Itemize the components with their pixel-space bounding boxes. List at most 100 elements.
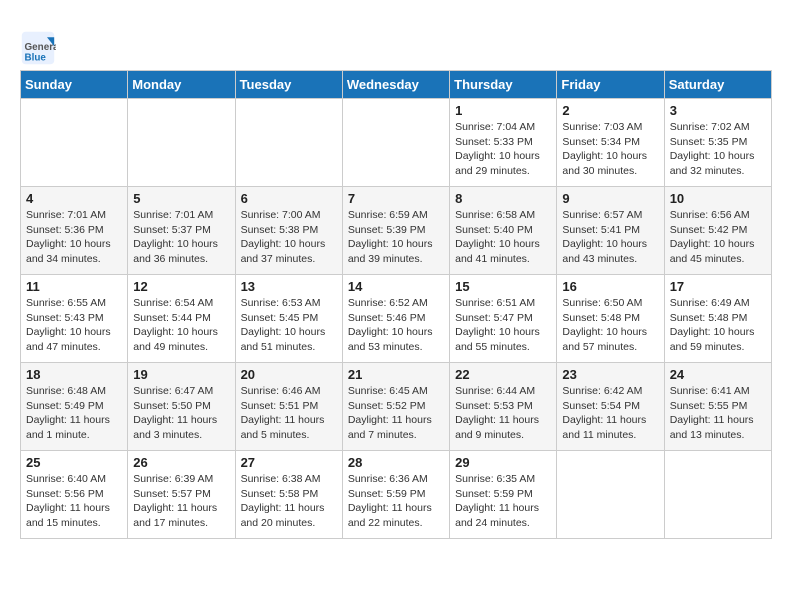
day-number: 12	[133, 279, 229, 294]
column-header-thursday: Thursday	[450, 71, 557, 99]
calendar-week-row: 25Sunrise: 6:40 AM Sunset: 5:56 PM Dayli…	[21, 451, 772, 539]
day-info: Sunrise: 6:50 AM Sunset: 5:48 PM Dayligh…	[562, 296, 658, 355]
calendar-cell: 13 Sunrise: 6:53 AM Sunset: 5:45 PM Dayli…	[235, 275, 342, 363]
day-info: Sunrise: 6:52 AM Sunset: 5:46 PM Dayligh…	[348, 296, 444, 355]
day-info: Sunrise: 7:03 AM Sunset: 5:34 PM Dayligh…	[562, 120, 658, 179]
day-number: 15	[455, 279, 551, 294]
day-info: Sunrise: 7:04 AM Sunset: 5:33 PM Dayligh…	[455, 120, 551, 179]
day-info: Sunrise: 6:42 AM Sunset: 5:54 PM Dayligh…	[562, 384, 658, 443]
day-info: Sunrise: 6:51 AM Sunset: 5:47 PM Dayligh…	[455, 296, 551, 355]
calendar-cell: 6 Sunrise: 7:00 AM Sunset: 5:38 PM Daylig…	[235, 187, 342, 275]
calendar-cell: 28 Sunrise: 6:36 AM Sunset: 5:59 PM Dayli…	[342, 451, 449, 539]
day-number: 3	[670, 103, 766, 118]
column-header-saturday: Saturday	[664, 71, 771, 99]
calendar-week-row: 11 Sunrise: 6:55 AM Sunset: 5:43 PM Dayli…	[21, 275, 772, 363]
calendar-cell	[664, 451, 771, 539]
calendar-cell	[342, 99, 449, 187]
logo-wrapper: General Blue	[20, 30, 60, 66]
day-number: 24	[670, 367, 766, 382]
calendar-cell	[235, 99, 342, 187]
day-number: 6	[241, 191, 337, 206]
day-info: Sunrise: 6:58 AM Sunset: 5:40 PM Dayligh…	[455, 208, 551, 267]
day-info: Sunrise: 6:49 AM Sunset: 5:48 PM Dayligh…	[670, 296, 766, 355]
day-info: Sunrise: 6:55 AM Sunset: 5:43 PM Dayligh…	[26, 296, 122, 355]
logo-icon: General Blue	[20, 30, 56, 66]
calendar-cell: 20 Sunrise: 6:46 AM Sunset: 5:51 PM Dayli…	[235, 363, 342, 451]
svg-text:General: General	[25, 42, 57, 53]
calendar-cell: 24 Sunrise: 6:41 AM Sunset: 5:55 PM Dayli…	[664, 363, 771, 451]
calendar-cell: 22 Sunrise: 6:44 AM Sunset: 5:53 PM Dayli…	[450, 363, 557, 451]
calendar-cell: 11 Sunrise: 6:55 AM Sunset: 5:43 PM Dayli…	[21, 275, 128, 363]
calendar-cell: 18 Sunrise: 6:48 AM Sunset: 5:49 PM Dayli…	[21, 363, 128, 451]
day-info: Sunrise: 6:56 AM Sunset: 5:42 PM Dayligh…	[670, 208, 766, 267]
day-info: Sunrise: 6:59 AM Sunset: 5:39 PM Dayligh…	[348, 208, 444, 267]
day-number: 27	[241, 455, 337, 470]
day-info: Sunrise: 6:47 AM Sunset: 5:50 PM Dayligh…	[133, 384, 229, 443]
column-header-tuesday: Tuesday	[235, 71, 342, 99]
day-number: 11	[26, 279, 122, 294]
calendar-cell: 7 Sunrise: 6:59 AM Sunset: 5:39 PM Daylig…	[342, 187, 449, 275]
calendar-cell: 29 Sunrise: 6:35 AM Sunset: 5:59 PM Dayli…	[450, 451, 557, 539]
calendar-cell: 4 Sunrise: 7:01 AM Sunset: 5:36 PM Daylig…	[21, 187, 128, 275]
day-info: Sunrise: 6:46 AM Sunset: 5:51 PM Dayligh…	[241, 384, 337, 443]
calendar-cell: 5 Sunrise: 7:01 AM Sunset: 5:37 PM Daylig…	[128, 187, 235, 275]
day-number: 22	[455, 367, 551, 382]
calendar-cell: 12 Sunrise: 6:54 AM Sunset: 5:44 PM Dayli…	[128, 275, 235, 363]
calendar-cell: 14Sunrise: 6:52 AM Sunset: 5:46 PM Dayli…	[342, 275, 449, 363]
day-info: Sunrise: 6:57 AM Sunset: 5:41 PM Dayligh…	[562, 208, 658, 267]
logo-area: General Blue	[20, 30, 60, 70]
day-info: Sunrise: 6:53 AM Sunset: 5:45 PM Dayligh…	[241, 296, 337, 355]
calendar-cell: 23 Sunrise: 6:42 AM Sunset: 5:54 PM Dayli…	[557, 363, 664, 451]
day-info: Sunrise: 6:48 AM Sunset: 5:49 PM Dayligh…	[26, 384, 122, 443]
day-info: Sunrise: 7:01 AM Sunset: 5:36 PM Dayligh…	[26, 208, 122, 267]
calendar-cell: 8 Sunrise: 6:58 AM Sunset: 5:40 PM Daylig…	[450, 187, 557, 275]
column-header-friday: Friday	[557, 71, 664, 99]
calendar-cell: 16 Sunrise: 6:50 AM Sunset: 5:48 PM Dayli…	[557, 275, 664, 363]
column-header-sunday: Sunday	[21, 71, 128, 99]
calendar-cell: 17 Sunrise: 6:49 AM Sunset: 5:48 PM Dayli…	[664, 275, 771, 363]
column-header-monday: Monday	[128, 71, 235, 99]
calendar-cell: 2 Sunrise: 7:03 AM Sunset: 5:34 PM Daylig…	[557, 99, 664, 187]
calendar-cell	[21, 99, 128, 187]
day-info: Sunrise: 6:35 AM Sunset: 5:59 PM Dayligh…	[455, 472, 551, 531]
day-number: 16	[562, 279, 658, 294]
calendar-cell	[128, 99, 235, 187]
day-info: Sunrise: 7:00 AM Sunset: 5:38 PM Dayligh…	[241, 208, 337, 267]
day-number: 25	[26, 455, 122, 470]
calendar-header-row: SundayMondayTuesdayWednesdayThursdayFrid…	[21, 71, 772, 99]
day-info: Sunrise: 7:02 AM Sunset: 5:35 PM Dayligh…	[670, 120, 766, 179]
day-number: 8	[455, 191, 551, 206]
day-info: Sunrise: 6:38 AM Sunset: 5:58 PM Dayligh…	[241, 472, 337, 531]
day-number: 10	[670, 191, 766, 206]
day-number: 21	[348, 367, 444, 382]
day-number: 4	[26, 191, 122, 206]
calendar-cell: 26Sunrise: 6:39 AM Sunset: 5:57 PM Dayli…	[128, 451, 235, 539]
day-number: 17	[670, 279, 766, 294]
day-number: 5	[133, 191, 229, 206]
day-number: 23	[562, 367, 658, 382]
calendar-week-row: 18 Sunrise: 6:48 AM Sunset: 5:49 PM Dayli…	[21, 363, 772, 451]
day-info: Sunrise: 7:01 AM Sunset: 5:37 PM Dayligh…	[133, 208, 229, 267]
day-number: 2	[562, 103, 658, 118]
day-info: Sunrise: 6:45 AM Sunset: 5:52 PM Dayligh…	[348, 384, 444, 443]
day-number: 9	[562, 191, 658, 206]
calendar-cell: 25Sunrise: 6:40 AM Sunset: 5:56 PM Dayli…	[21, 451, 128, 539]
day-info: Sunrise: 6:41 AM Sunset: 5:55 PM Dayligh…	[670, 384, 766, 443]
day-number: 28	[348, 455, 444, 470]
day-info: Sunrise: 6:39 AM Sunset: 5:57 PM Dayligh…	[133, 472, 229, 531]
day-number: 20	[241, 367, 337, 382]
calendar-cell: 15 Sunrise: 6:51 AM Sunset: 5:47 PM Dayli…	[450, 275, 557, 363]
page-header: General Blue	[20, 30, 772, 70]
day-info: Sunrise: 6:36 AM Sunset: 5:59 PM Dayligh…	[348, 472, 444, 531]
day-number: 13	[241, 279, 337, 294]
day-number: 1	[455, 103, 551, 118]
day-number: 7	[348, 191, 444, 206]
calendar-week-row: 1 Sunrise: 7:04 AM Sunset: 5:33 PM Daylig…	[21, 99, 772, 187]
day-number: 18	[26, 367, 122, 382]
day-info: Sunrise: 6:54 AM Sunset: 5:44 PM Dayligh…	[133, 296, 229, 355]
day-number: 29	[455, 455, 551, 470]
calendar-week-row: 4 Sunrise: 7:01 AM Sunset: 5:36 PM Daylig…	[21, 187, 772, 275]
column-header-wednesday: Wednesday	[342, 71, 449, 99]
calendar-cell	[557, 451, 664, 539]
day-info: Sunrise: 6:44 AM Sunset: 5:53 PM Dayligh…	[455, 384, 551, 443]
